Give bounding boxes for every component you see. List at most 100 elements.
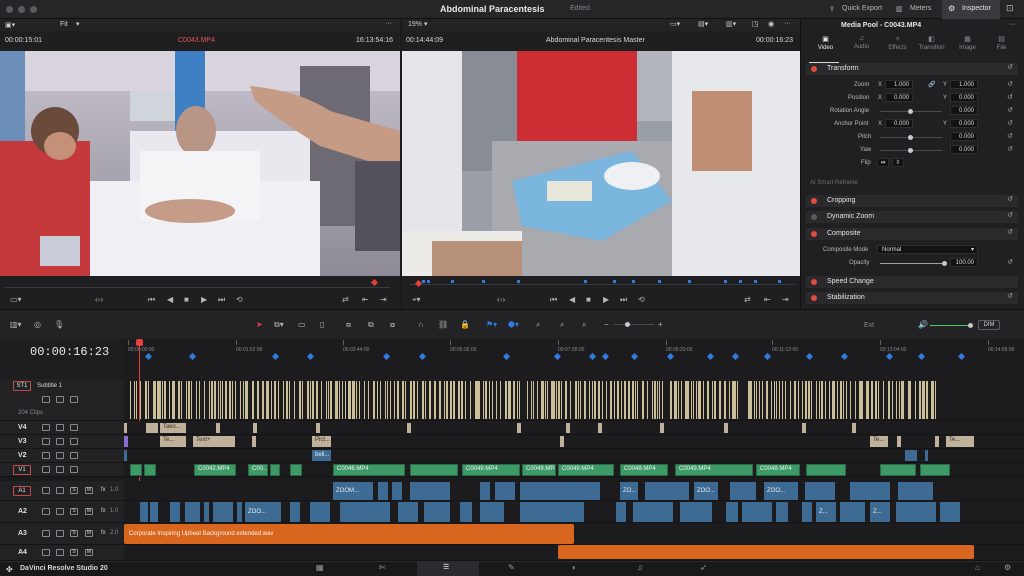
loop-icon[interactable]: ⟲ bbox=[236, 295, 243, 304]
audio-clip[interactable] bbox=[340, 502, 390, 522]
subtitle-clip[interactable] bbox=[754, 381, 755, 419]
flip-horizontal-icon[interactable]: ⇹ bbox=[877, 158, 889, 167]
subtitle-clip[interactable] bbox=[134, 381, 135, 419]
video-clip[interactable] bbox=[270, 464, 280, 476]
play-icon[interactable]: ▶ bbox=[603, 295, 609, 304]
subtitle-clip[interactable] bbox=[405, 381, 406, 419]
panel-toggle-icon[interactable]: ⊡ bbox=[1006, 3, 1014, 14]
yaw-slider-knob[interactable] bbox=[908, 148, 913, 153]
composite-section[interactable]: Composite bbox=[806, 228, 1018, 240]
more-options-icon[interactable]: ··· bbox=[1009, 21, 1016, 28]
subtitle-clip[interactable] bbox=[846, 381, 847, 419]
subtitle-clip[interactable] bbox=[719, 381, 721, 419]
subtitle-clip[interactable] bbox=[377, 381, 378, 419]
blade-tool-icon[interactable]: ▭ bbox=[298, 320, 306, 329]
audio-clip[interactable]: ZOOM... bbox=[333, 482, 373, 500]
composite-mode-select[interactable]: Normal ▾ bbox=[877, 245, 978, 254]
subtitle-clip[interactable] bbox=[696, 381, 697, 419]
speed-change-section[interactable]: Speed Change bbox=[806, 276, 1018, 288]
title-clip[interactable]: Pict... bbox=[312, 436, 331, 447]
subtitle-clip[interactable] bbox=[483, 381, 484, 419]
subtitle-clip[interactable] bbox=[461, 381, 463, 419]
subtitle-clip[interactable] bbox=[707, 381, 709, 419]
subtitle-clip[interactable] bbox=[402, 381, 404, 419]
audio-clip[interactable] bbox=[898, 482, 933, 500]
layout-icon[interactable]: ▥▾ bbox=[726, 20, 736, 28]
jog-icon[interactable]: ‹◦› bbox=[95, 295, 103, 304]
title-clip[interactable] bbox=[316, 423, 320, 433]
subtitle-clip[interactable] bbox=[140, 381, 141, 419]
timeline-name[interactable]: Abdominal Paracentesis Master bbox=[546, 37, 645, 44]
subtitle-clip[interactable] bbox=[687, 381, 689, 419]
audio-track-icon[interactable]: ◎ bbox=[34, 320, 41, 329]
subtitle-clip[interactable] bbox=[737, 381, 738, 419]
subtitle-clip[interactable] bbox=[899, 381, 900, 419]
subtitle-clip[interactable] bbox=[561, 381, 562, 419]
solo-button[interactable]: S bbox=[70, 549, 78, 556]
go-to-end-icon[interactable]: ⏭ bbox=[218, 295, 225, 305]
play-reverse-icon[interactable]: ◀ bbox=[569, 295, 575, 304]
subtitle-clip[interactable] bbox=[750, 381, 752, 419]
subtitle-clip[interactable] bbox=[756, 381, 757, 419]
subtitle-clip[interactable] bbox=[584, 381, 586, 419]
subtitle-clip[interactable] bbox=[380, 381, 381, 419]
subtitle-clip[interactable] bbox=[510, 381, 511, 419]
auto-track-icon[interactable] bbox=[56, 487, 64, 494]
video-clip[interactable]: C0049.MP4 bbox=[522, 464, 556, 476]
reset-icon[interactable]: ↺ bbox=[1007, 119, 1013, 127]
subtitle-clip[interactable] bbox=[700, 381, 701, 419]
viewer-options-icon[interactable]: ⌖▾ bbox=[412, 295, 421, 305]
zoom-plus-icon[interactable]: + bbox=[658, 320, 663, 329]
subtitle-clip[interactable] bbox=[805, 381, 807, 419]
lock-icon[interactable] bbox=[42, 396, 50, 403]
audio-clip[interactable] bbox=[140, 502, 148, 522]
opacity-slider[interactable] bbox=[880, 263, 942, 264]
track-lane-v2[interactable] bbox=[124, 449, 1024, 463]
zoom-y-field[interactable]: 1.000 bbox=[950, 80, 978, 89]
enable-toggle[interactable] bbox=[811, 198, 817, 204]
lock-icon[interactable] bbox=[42, 530, 50, 537]
tab-video[interactable]: ▣ Video bbox=[807, 35, 844, 63]
subtitle-clip[interactable] bbox=[811, 381, 812, 419]
audio-clip[interactable]: Z... bbox=[870, 502, 890, 522]
subtitle-clip[interactable] bbox=[678, 381, 679, 419]
monitor-icon[interactable]: ▤▾ bbox=[698, 20, 708, 28]
audio-clip[interactable] bbox=[398, 502, 418, 522]
subtitle-clip[interactable] bbox=[316, 381, 318, 419]
graphic-clip[interactable] bbox=[124, 436, 128, 447]
pitch-slider-knob[interactable] bbox=[908, 135, 913, 140]
video-clip[interactable] bbox=[920, 464, 950, 476]
jog-icon[interactable]: ‹◦› bbox=[497, 295, 505, 304]
subtitle-clip[interactable] bbox=[204, 381, 205, 419]
fx-icon[interactable]: fx bbox=[101, 530, 106, 536]
subtitle-clip[interactable] bbox=[345, 381, 346, 419]
title-clip[interactable] bbox=[852, 423, 856, 433]
subtitle-clip[interactable] bbox=[543, 381, 544, 419]
opacity-slider-knob[interactable] bbox=[942, 261, 947, 266]
video-clip[interactable]: C0046.MP4 bbox=[333, 464, 405, 476]
audio-clip[interactable] bbox=[680, 502, 712, 522]
auto-track-icon[interactable] bbox=[56, 508, 64, 515]
flag-icon[interactable]: ⚑▾ bbox=[486, 320, 497, 329]
yaw-field[interactable]: 0.000 bbox=[950, 145, 978, 154]
reset-icon[interactable]: ↺ bbox=[1007, 228, 1013, 236]
tab-file[interactable]: ▤ File bbox=[983, 35, 1020, 63]
fairlight-page-icon[interactable]: ♫ bbox=[637, 563, 643, 572]
mark-out-icon[interactable]: ⇥ bbox=[782, 295, 789, 304]
subtitle-clip[interactable] bbox=[446, 381, 448, 419]
title-clip[interactable] bbox=[724, 423, 728, 433]
mute-button[interactable]: M bbox=[85, 487, 93, 494]
subtitle-clip[interactable] bbox=[394, 381, 395, 419]
audio-clip[interactable] bbox=[204, 502, 209, 522]
title-clip[interactable] bbox=[253, 423, 257, 433]
visibility-icon[interactable] bbox=[56, 396, 64, 403]
subtitle-clip[interactable] bbox=[299, 381, 301, 419]
subtitle-clip[interactable] bbox=[829, 381, 830, 419]
subtitle-clip[interactable] bbox=[211, 381, 213, 419]
video-clip[interactable]: C0049.MP4 bbox=[462, 464, 520, 476]
source-zoom-select[interactable]: Fit bbox=[60, 21, 68, 28]
subtitle-clip[interactable] bbox=[181, 381, 182, 419]
subtitle-clip[interactable] bbox=[310, 381, 311, 419]
video-clip[interactable] bbox=[880, 464, 916, 476]
subtitle-clip[interactable] bbox=[785, 381, 786, 419]
